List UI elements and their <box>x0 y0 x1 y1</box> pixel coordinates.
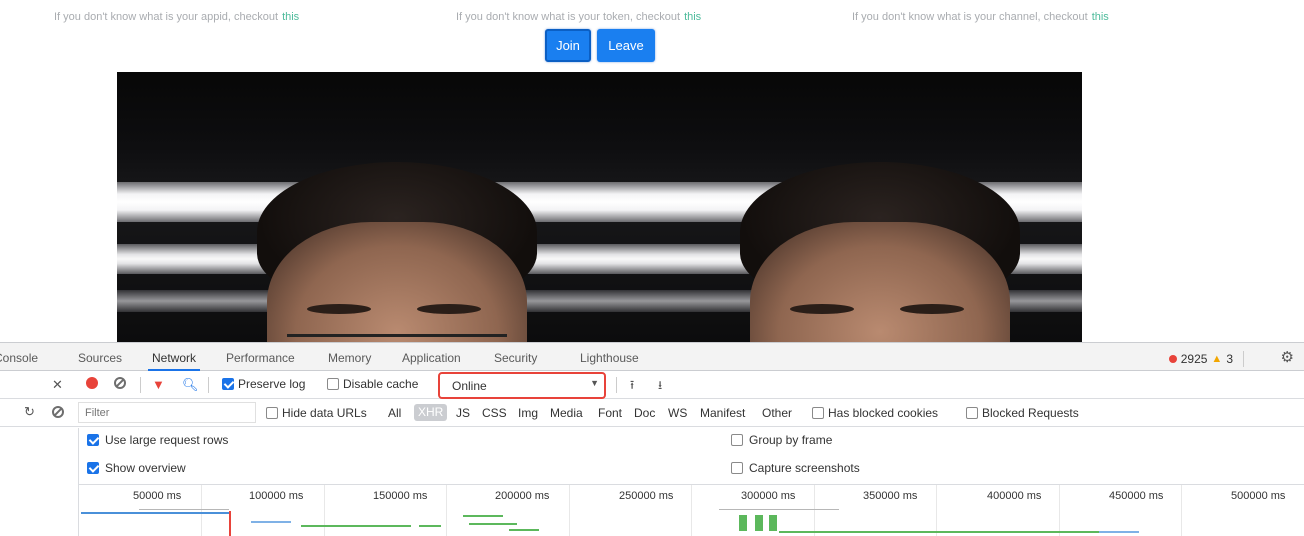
leave-button[interactable]: Leave <box>597 29 655 62</box>
join-button[interactable]: Join <box>545 29 591 62</box>
type-filter-css[interactable]: CSS <box>482 406 507 420</box>
refresh-icon[interactable]: ↻ <box>24 404 35 420</box>
console-status[interactable]: 2925 ▲ 3 <box>1168 351 1244 367</box>
type-filter-js[interactable]: JS <box>456 406 470 420</box>
timeline-tick: 100000 ms <box>249 490 304 502</box>
appid-hint: If you don't know what is your appid, ch… <box>54 11 299 23</box>
disable-cache-label: Disable cache <box>343 377 419 391</box>
tab-performance[interactable]: Performance <box>226 351 295 365</box>
tab-application[interactable]: Application <box>402 351 461 365</box>
appid-help-link[interactable]: this <box>282 11 299 23</box>
timeline-tick: 300000 ms <box>741 490 796 502</box>
timeline-tick: 450000 ms <box>1109 490 1164 502</box>
type-filter-doc[interactable]: Doc <box>634 406 655 420</box>
token-hint-text: If you don't know what is your token, ch… <box>456 11 681 23</box>
timeline-tick: 400000 ms <box>987 490 1042 502</box>
type-filter-font[interactable]: Font <box>598 406 622 420</box>
type-filter-media[interactable]: Media <box>550 406 583 420</box>
warning-count: 3 <box>1226 352 1233 366</box>
throttling-select[interactable]: Online ▼ <box>438 372 606 399</box>
appid-hint-text: If you don't know what is your appid, ch… <box>54 11 279 23</box>
type-filter-manifest[interactable]: Manifest <box>700 406 745 420</box>
local-video-feed <box>117 72 600 342</box>
timeline-tick: 250000 ms <box>619 490 674 502</box>
error-icon <box>1168 355 1177 363</box>
network-toolbar: ✕ ▼ 🔍︎ Preserve log Disable cache Online… <box>0 371 1304 399</box>
capture-screenshots-checkbox[interactable]: Capture screenshots <box>731 461 860 475</box>
blocked-requests-checkbox[interactable]: Blocked Requests <box>966 406 1079 420</box>
timeline-tick: 50000 ms <box>133 490 182 502</box>
import-har-icon[interactable]: ⭱ <box>630 376 634 397</box>
blocked-requests-label: Blocked Requests <box>982 406 1079 420</box>
clear-icon <box>114 377 126 389</box>
channel-help-link[interactable]: this <box>1092 11 1109 23</box>
gear-icon[interactable]: ⚙ <box>1281 348 1294 366</box>
devtools-tab-bar: Console Sources Network Performance Memo… <box>0 343 1304 371</box>
checkbox-icon <box>966 407 978 419</box>
devtools-panel: Console Sources Network Performance Memo… <box>0 342 1304 536</box>
checkbox-icon <box>731 434 743 446</box>
type-filter-other[interactable]: Other <box>762 406 792 420</box>
tab-lighthouse[interactable]: Lighthouse <box>580 351 639 365</box>
timeline-tick: 200000 ms <box>495 490 550 502</box>
has-blocked-cookies-checkbox[interactable]: Has blocked cookies <box>812 406 938 420</box>
preserve-log-label: Preserve log <box>238 377 306 391</box>
preserve-log-checkbox[interactable]: Preserve log <box>222 377 305 391</box>
hide-data-urls-checkbox[interactable]: Hide data URLs <box>266 406 367 420</box>
type-filter-all[interactable]: All <box>388 406 401 420</box>
use-large-rows-label: Use large request rows <box>105 433 229 447</box>
chevron-down-icon: ▼ <box>590 378 599 388</box>
token-hint: If you don't know what is your token, ch… <box>456 11 701 23</box>
timeline-tick: 500000 ms <box>1231 490 1286 502</box>
channel-hint: If you don't know what is your channel, … <box>852 11 1109 23</box>
type-filter-xhr[interactable]: XHR <box>414 404 448 421</box>
show-overview-label: Show overview <box>105 461 186 475</box>
network-settings-pane: Use large request rows Show overview Gro… <box>78 428 1304 484</box>
channel-hint-text: If you don't know what is your channel, … <box>852 11 1088 23</box>
warning-icon: ▲ <box>1211 353 1223 365</box>
disable-cache-checkbox[interactable]: Disable cache <box>327 377 418 391</box>
type-filter-ws[interactable]: WS <box>668 406 687 420</box>
hide-data-urls-label: Hide data URLs <box>282 406 367 420</box>
filter-input[interactable] <box>78 402 256 423</box>
tab-memory[interactable]: Memory <box>328 351 371 365</box>
has-blocked-cookies-label: Has blocked cookies <box>828 406 939 420</box>
checkbox-icon <box>731 462 743 474</box>
block-icon[interactable] <box>52 406 64 418</box>
checkbox-icon <box>222 378 234 390</box>
tab-console[interactable]: Console <box>0 351 38 365</box>
network-overview-timeline[interactable]: 50000 ms 100000 ms 150000 ms 200000 ms 2… <box>78 484 1304 536</box>
filter-icon[interactable]: ▼ <box>152 377 165 392</box>
tab-sources[interactable]: Sources <box>78 351 122 365</box>
use-large-rows-checkbox[interactable]: Use large request rows <box>87 433 228 447</box>
search-icon[interactable]: 🔍︎ <box>182 377 199 393</box>
checkbox-icon <box>812 407 824 419</box>
show-overview-checkbox[interactable]: Show overview <box>87 461 186 475</box>
network-filter-bar: ↻ Hide data URLs All XHR JS CSS Img Medi… <box>0 399 1304 427</box>
close-icon[interactable]: ✕ <box>52 377 63 393</box>
token-help-link[interactable]: this <box>684 11 701 23</box>
group-by-frame-label: Group by frame <box>749 433 833 447</box>
group-by-frame-checkbox[interactable]: Group by frame <box>731 433 832 447</box>
record-button[interactable] <box>86 377 98 389</box>
checkbox-icon <box>87 434 99 446</box>
record-icon <box>86 377 98 389</box>
capture-screenshots-label: Capture screenshots <box>749 461 860 475</box>
type-filter-img[interactable]: Img <box>518 406 538 420</box>
checkbox-icon <box>87 462 99 474</box>
tab-security[interactable]: Security <box>494 351 537 365</box>
export-har-icon[interactable]: ⭳ <box>658 376 662 397</box>
timeline-tick: 150000 ms <box>373 490 428 502</box>
error-count: 2925 <box>1180 352 1208 366</box>
timeline-tick: 350000 ms <box>863 490 918 502</box>
tab-network[interactable]: Network <box>147 351 201 371</box>
remote-video-feed <box>599 72 1082 342</box>
clear-button[interactable] <box>114 377 126 389</box>
throttling-value: Online <box>452 379 487 393</box>
video-stage <box>117 72 1082 342</box>
checkbox-icon <box>266 407 278 419</box>
checkbox-icon <box>327 378 339 390</box>
devtools-left-gutter <box>0 428 78 536</box>
